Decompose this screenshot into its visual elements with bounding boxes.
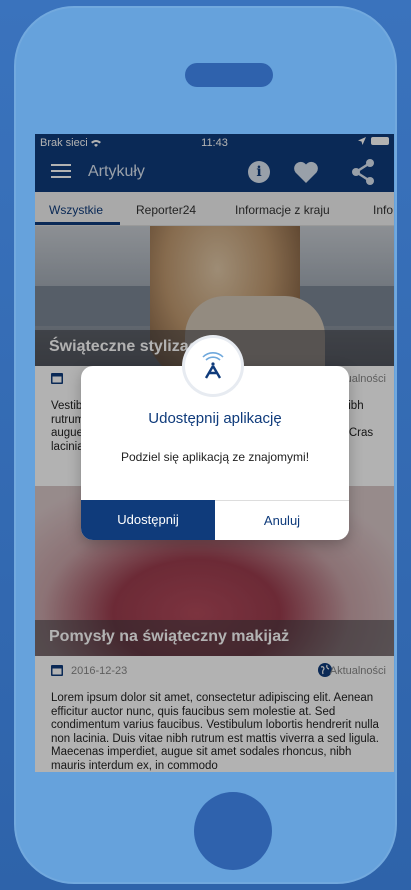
share-button[interactable]: Udostępnij xyxy=(81,500,215,540)
dialog-message: Podziel się aplikacją ze znajomymi! xyxy=(120,450,310,464)
dialog-title: Udostępnij aplikację xyxy=(148,410,282,427)
app-logo-icon xyxy=(185,338,241,394)
app-screen: Brak sieci 11:43 Artykuły i Wszystkie Re… xyxy=(35,134,394,772)
cancel-button[interactable]: Anuluj xyxy=(215,500,349,540)
phone-speaker xyxy=(185,63,273,87)
home-button[interactable] xyxy=(194,792,272,870)
